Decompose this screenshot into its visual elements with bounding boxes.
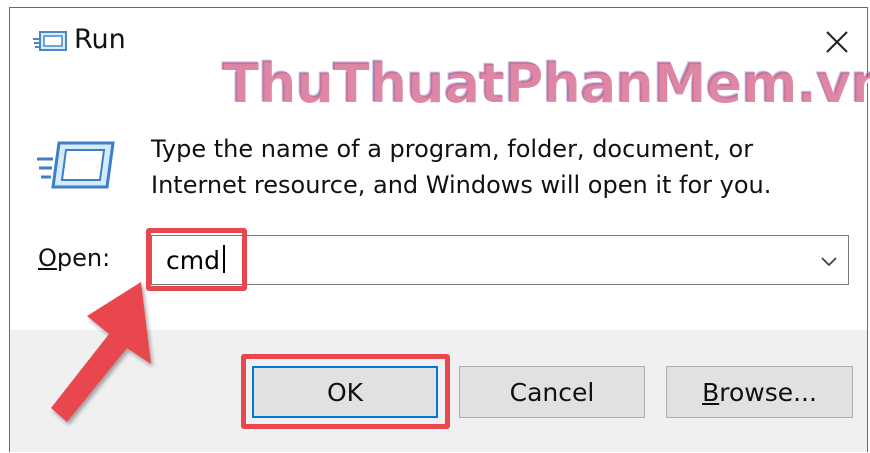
close-button[interactable] [817, 22, 857, 62]
red-pointer-arrow-icon [51, 282, 151, 422]
dialog-description: Type the name of a program, folder, docu… [151, 135, 772, 199]
chevron-down-icon[interactable] [818, 250, 840, 272]
browse-button[interactable]: Browse... [666, 366, 853, 418]
open-label-text: pen: [56, 244, 111, 272]
open-label: Open: [38, 244, 110, 272]
run-app-icon [33, 31, 67, 51]
cancel-button[interactable]: Cancel [459, 366, 645, 418]
window-title: Run [74, 24, 126, 55]
run-program-icon [37, 141, 115, 189]
ok-highlight-box [241, 354, 450, 429]
browse-accelerator: B [702, 377, 720, 407]
title-bar: Run [10, 8, 867, 80]
open-combobox[interactable]: cmd [151, 235, 849, 285]
close-icon [826, 31, 848, 53]
browse-label: rowse... [719, 377, 817, 407]
open-label-accelerator: O [38, 244, 57, 272]
